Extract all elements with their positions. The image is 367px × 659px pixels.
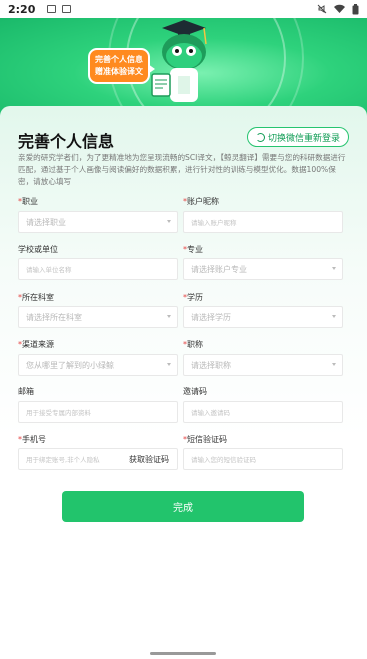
phone-input[interactable]: 用于绑定账号,非个人隐私 获取验证码 bbox=[18, 448, 178, 470]
chevron-down-icon bbox=[167, 220, 171, 223]
label-title: *职称 bbox=[183, 340, 203, 349]
email-input[interactable]: 用于接受专属内部资料 bbox=[18, 401, 178, 423]
occupation-select[interactable]: 请选择职业 bbox=[18, 211, 178, 233]
label-department: *所在科室 bbox=[18, 293, 54, 302]
chevron-down-icon bbox=[167, 315, 171, 318]
get-code-button[interactable]: 获取验证码 bbox=[129, 449, 169, 469]
image-notification-icon bbox=[47, 5, 57, 13]
chevron-down-icon bbox=[332, 363, 336, 366]
sms-code-input[interactable]: 请输入您的短信验证码 bbox=[183, 448, 343, 470]
label-invite-code: 邀请码 bbox=[183, 387, 207, 396]
chevron-down-icon bbox=[332, 315, 336, 318]
school-input[interactable]: 请输入单位名称 bbox=[18, 258, 178, 280]
chevron-down-icon bbox=[332, 267, 336, 270]
mascot-illustration bbox=[151, 20, 207, 102]
label-occupation: *职业 bbox=[18, 197, 38, 206]
submit-button[interactable]: 完成 bbox=[62, 491, 304, 522]
refresh-icon bbox=[255, 132, 265, 142]
source-select[interactable]: 您从哪里了解到的小绿鲸 bbox=[18, 354, 178, 376]
label-nickname: *账户昵称 bbox=[183, 197, 219, 206]
title-select[interactable]: 请选择职称 bbox=[183, 354, 343, 376]
department-select[interactable]: 请选择所在科室 bbox=[18, 306, 178, 328]
page-title: 完善个人信息 bbox=[18, 132, 115, 151]
battery-icon bbox=[352, 3, 359, 14]
label-phone: *手机号 bbox=[18, 435, 46, 444]
label-school: 学校或单位 bbox=[18, 245, 58, 254]
invite-code-input[interactable]: 请输入邀请码 bbox=[183, 401, 343, 423]
app-notification-icon bbox=[62, 5, 72, 13]
switch-wechat-login-label: 切换微信重新登录 bbox=[267, 133, 340, 144]
mute-icon bbox=[317, 4, 327, 14]
chevron-down-icon bbox=[167, 363, 171, 366]
status-time: 2:20 bbox=[8, 2, 36, 16]
hero-banner: 完善个人信息 赠准体验译文 bbox=[0, 18, 367, 118]
label-email: 邮箱 bbox=[18, 387, 34, 396]
switch-wechat-login-button[interactable]: 切换微信重新登录 bbox=[247, 127, 349, 147]
label-education: *学历 bbox=[183, 293, 203, 302]
nickname-input[interactable]: 请输入账户昵称 bbox=[183, 211, 343, 233]
label-major: *专业 bbox=[183, 245, 203, 254]
label-sms-code: *短信验证码 bbox=[183, 435, 227, 444]
major-select[interactable]: 请选择账户专业 bbox=[183, 258, 343, 280]
education-select[interactable]: 请选择学历 bbox=[183, 306, 343, 328]
privacy-description: 亲爱的研究学者们，为了更精准地为您呈现流畅的SCI译文，【鲸灵翻译】需要与您的科… bbox=[18, 153, 346, 186]
wifi-icon bbox=[334, 4, 345, 13]
form-card bbox=[0, 106, 367, 659]
home-indicator[interactable] bbox=[150, 652, 216, 655]
system-nav-bar bbox=[0, 647, 367, 659]
status-bar: 2:20 bbox=[0, 0, 367, 18]
label-source: *渠道来源 bbox=[18, 340, 54, 349]
